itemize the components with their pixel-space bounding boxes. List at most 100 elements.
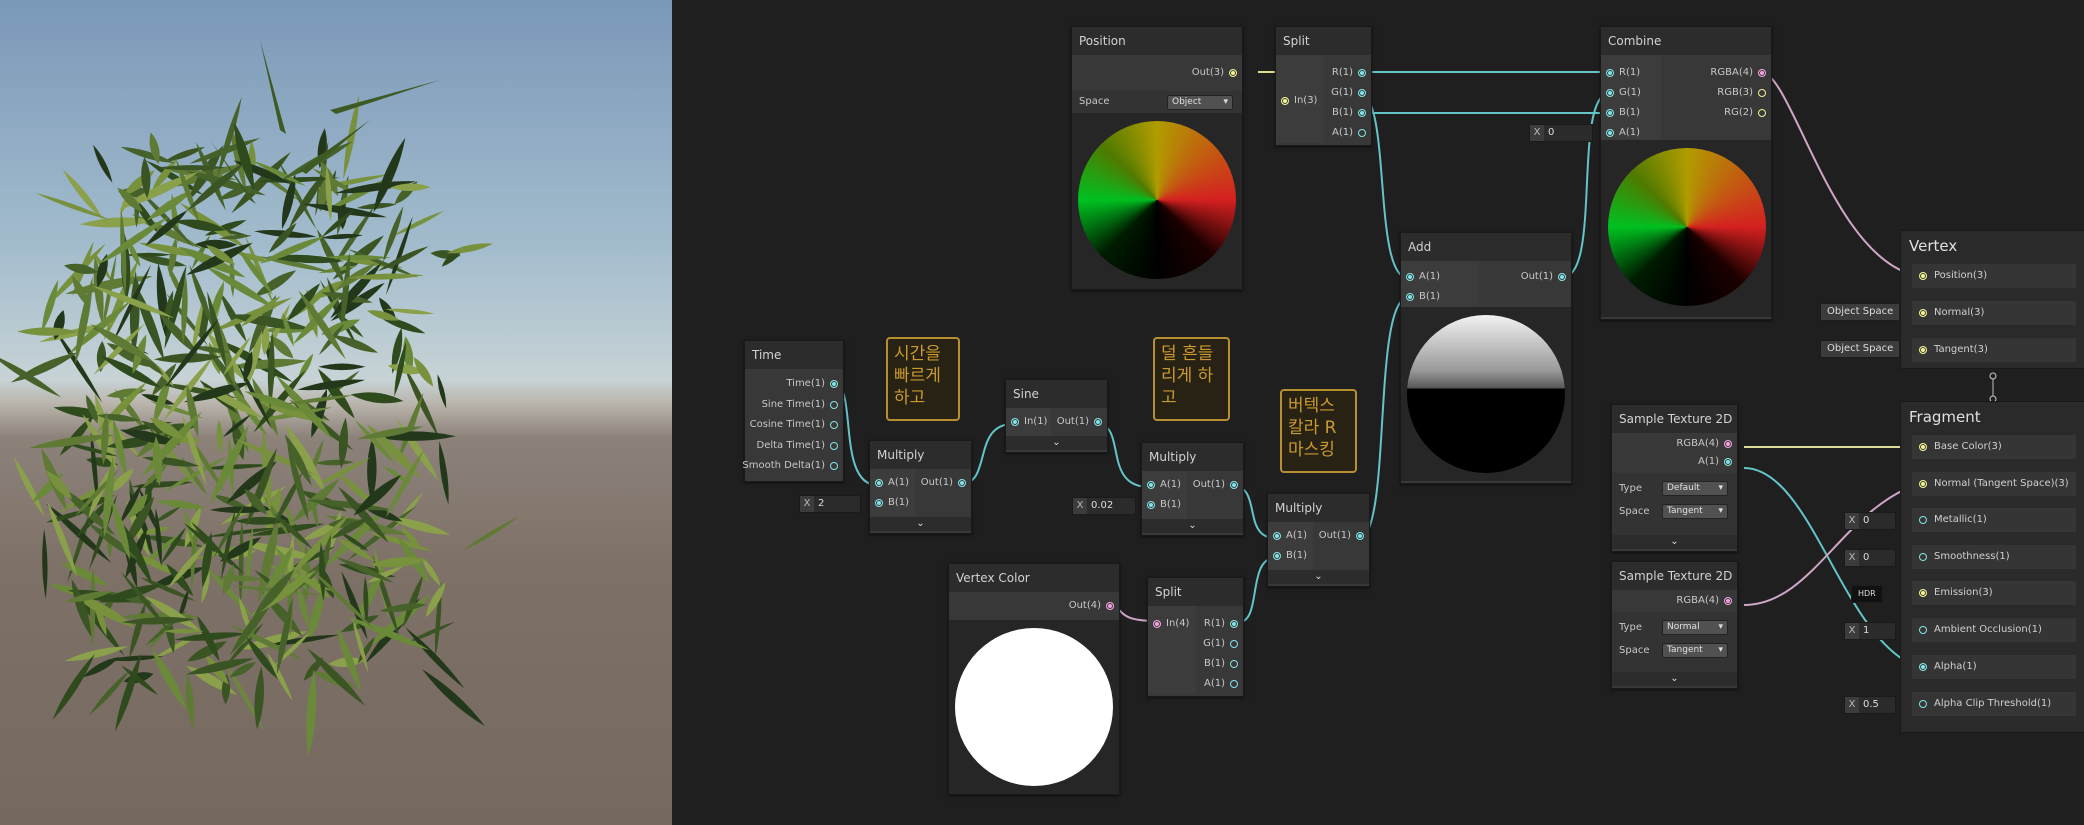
port-connector-icon[interactable] [1147, 481, 1155, 489]
port-connector-icon[interactable] [1011, 418, 1019, 426]
port-connector-icon[interactable] [1606, 129, 1614, 137]
split2-out-port-3[interactable]: A(1) [1204, 676, 1243, 692]
sine-in-port[interactable]: In(1) [1006, 414, 1047, 430]
ao-field[interactable]: X1 [1844, 622, 1896, 640]
port-connector-icon[interactable] [1724, 440, 1732, 448]
sticky-note-vertex-mask[interactable]: 버텍스 칼라 R 마스킹 [1280, 389, 1357, 473]
time-node[interactable]: Time Time(1) Sine Time(1) Cosine Time(1) De… [742, 340, 844, 482]
split-out-port-2[interactable]: B(1) [1332, 105, 1371, 121]
combine-out-port-2[interactable]: RG(2) [1724, 105, 1771, 121]
collapse-chevron-icon[interactable]: ⌄ [1612, 535, 1737, 549]
port-connector-icon[interactable] [830, 462, 838, 470]
add-out-port[interactable]: Out(1) [1521, 269, 1571, 285]
port-connector-icon[interactable] [1919, 553, 1927, 561]
multiply2-in-port-1[interactable]: B(1) [1142, 497, 1181, 513]
space-dropdown[interactable]: Tangent [1662, 643, 1728, 658]
sine-node[interactable]: Sine In(1) Out(1) ⌄ [1005, 379, 1108, 453]
port-connector-icon[interactable] [1919, 589, 1927, 597]
vertex-block-2[interactable]: Tangent(3) [1912, 338, 2076, 362]
multiply3-out-port[interactable]: Out(1) [1319, 528, 1369, 544]
port-connector-icon[interactable] [1147, 501, 1155, 509]
type-dropdown[interactable]: Default [1662, 481, 1728, 496]
smoothness-field[interactable]: X0 [1844, 549, 1896, 567]
position-out-port[interactable]: Out(3) [1192, 65, 1242, 81]
combine-out-port-1[interactable]: RGB(3) [1717, 85, 1771, 101]
port-connector-icon[interactable] [1153, 620, 1161, 628]
port-connector-icon[interactable] [1406, 273, 1414, 281]
split-out-port-3[interactable]: A(1) [1332, 125, 1371, 141]
port-connector-icon[interactable] [1919, 346, 1927, 354]
split-out-port-0[interactable]: R(1) [1332, 65, 1371, 81]
port-connector-icon[interactable] [1358, 129, 1366, 137]
port-connector-icon[interactable] [1606, 69, 1614, 77]
sample2-rgba-port[interactable]: RGBA(4) [1676, 593, 1737, 609]
port-connector-icon[interactable] [1230, 660, 1238, 668]
sine-out-port[interactable]: Out(1) [1057, 414, 1107, 430]
sticky-note-speed[interactable]: 시간을 빠르게 하고 [886, 337, 960, 421]
port-connector-icon[interactable] [1919, 443, 1927, 451]
metallic-field[interactable]: X0 [1844, 512, 1896, 530]
combine-in-port-2[interactable]: B(1) [1601, 105, 1640, 121]
split2-out-port-2[interactable]: B(1) [1204, 656, 1243, 672]
multiply1-b-field[interactable]: X2 [799, 495, 861, 513]
position-node[interactable]: Position Out(3) Space Object [1071, 26, 1243, 290]
collapse-chevron-icon[interactable]: ⌄ [1142, 519, 1243, 533]
port-connector-icon[interactable] [875, 479, 883, 487]
port-connector-icon[interactable] [1606, 109, 1614, 117]
fragment-block-0[interactable]: Base Color(3) [1912, 435, 2076, 459]
port-connector-icon[interactable] [830, 441, 838, 450]
port-connector-icon[interactable] [830, 400, 838, 409]
port-connector-icon[interactable] [1230, 620, 1238, 628]
multiply3-in-port-0[interactable]: A(1) [1268, 528, 1307, 544]
port-connector-icon[interactable] [1358, 109, 1366, 117]
port-connector-icon[interactable] [1606, 89, 1614, 97]
time-out-port-0[interactable]: Time(1) [786, 376, 843, 392]
fragment-block-4[interactable]: Emission(3) [1912, 581, 2076, 605]
split-out-port-1[interactable]: G(1) [1331, 85, 1371, 101]
split2-in-port[interactable]: In(4) [1148, 616, 1189, 632]
port-connector-icon[interactable] [1919, 309, 1927, 317]
space-dropdown[interactable]: Tangent [1662, 504, 1728, 519]
fragment-block-7[interactable]: Alpha Clip Threshold(1) [1912, 692, 2076, 716]
fragment-block-1[interactable]: Normal (Tangent Space)(3) [1912, 472, 2076, 496]
combine-a-field[interactable]: X0 [1529, 124, 1593, 142]
port-connector-icon[interactable] [830, 380, 838, 388]
collapse-chevron-icon[interactable]: ⌄ [1268, 570, 1369, 584]
port-connector-icon[interactable] [958, 479, 966, 487]
port-connector-icon[interactable] [1724, 597, 1732, 605]
sample-texture-node-1[interactable]: Sample Texture 2D RGBA(4) A(1) Type Defau… [1611, 404, 1738, 552]
port-connector-icon[interactable] [1919, 700, 1927, 708]
collapse-chevron-icon[interactable]: ⌄ [1006, 436, 1107, 450]
split2-out-port-1[interactable]: G(1) [1203, 636, 1243, 652]
sample-texture-node-2[interactable]: Sample Texture 2D RGBA(4) Type Normal Sp… [1611, 561, 1738, 689]
type-dropdown[interactable]: Normal [1662, 620, 1728, 635]
shader-graph-canvas[interactable]: Position Out(3) Space Object Split In(3)… [672, 0, 2084, 825]
time-out-port-2[interactable]: Cosine Time(1) [750, 417, 843, 433]
vertex-block-1[interactable]: Normal(3) [1912, 301, 2076, 325]
add-in-port-0[interactable]: A(1) [1401, 269, 1440, 285]
combine-out-port-0[interactable]: RGBA(4) [1710, 65, 1771, 81]
combine-in-port-1[interactable]: G(1) [1601, 85, 1641, 101]
port-connector-icon[interactable] [1230, 481, 1238, 489]
add-node[interactable]: Add A(1) B(1) Out(1) [1400, 232, 1572, 484]
port-connector-icon[interactable] [1919, 516, 1927, 524]
port-connector-icon[interactable] [1758, 109, 1766, 117]
collapse-chevron-icon[interactable]: ⌄ [1612, 672, 1737, 686]
port-connector-icon[interactable] [1273, 532, 1281, 540]
combine-node[interactable]: Combine R(1) G(1) B(1) A(1) RGBA(4) RGB(3) RG(… [1600, 26, 1772, 320]
port-connector-icon[interactable] [1230, 680, 1238, 688]
multiply-node-3[interactable]: Multiply A(1) B(1) Out(1) ⌄ [1267, 493, 1370, 587]
split-node-top[interactable]: Split In(3) R(1) G(1) B(1) A(1) [1275, 26, 1372, 146]
port-connector-icon[interactable] [1094, 418, 1102, 426]
port-connector-icon[interactable] [1230, 640, 1238, 648]
multiply1-out-port[interactable]: Out(1) [921, 475, 971, 491]
time-out-port-1[interactable]: Sine Time(1) [762, 397, 843, 413]
sample1-a-port[interactable]: A(1) [1698, 454, 1737, 470]
collapse-chevron-icon[interactable]: ⌄ [870, 517, 971, 531]
port-connector-icon[interactable] [1919, 626, 1927, 634]
alpha-clip-field[interactable]: X 0.5 [1844, 696, 1896, 714]
port-connector-icon[interactable] [1758, 89, 1766, 97]
split-in-port[interactable]: In(3) [1276, 93, 1317, 109]
vertex-color-node[interactable]: Vertex Color Out(4) [948, 563, 1120, 795]
space-dropdown[interactable]: Object [1167, 95, 1233, 110]
